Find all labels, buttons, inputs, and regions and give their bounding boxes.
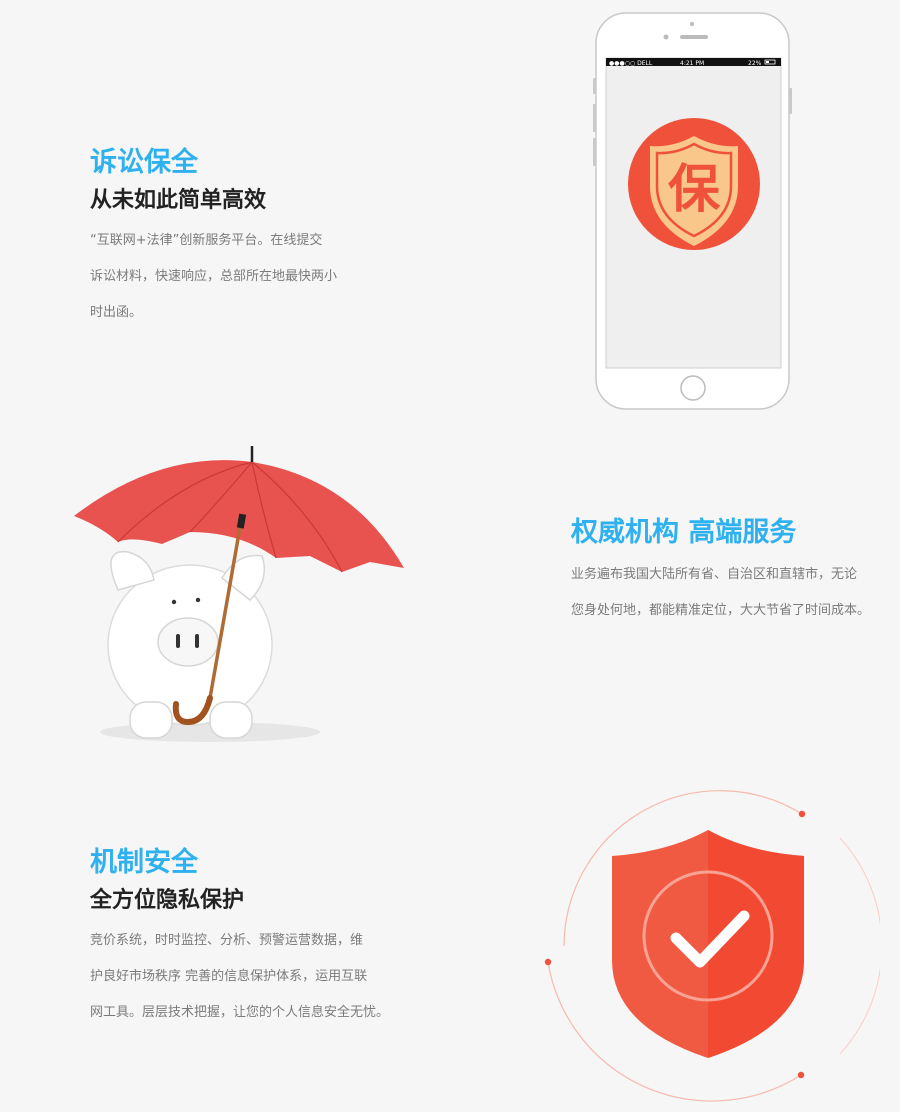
phone-side-button (593, 104, 596, 132)
orbit-dot (798, 810, 806, 818)
section-title: 机制安全 (90, 847, 198, 878)
section-description: 竞价系统，时时监控、分析、预警运营数据，维 护良好市场秩序 完善的信息保护体系，… (90, 923, 389, 1031)
section-subtitle: 从未如此简单高效 (90, 188, 267, 213)
phone-camera (663, 34, 669, 40)
phone-carrier: ●●●○○ DELL (609, 60, 653, 67)
pig-snout (157, 617, 219, 667)
description-line: 时出函。 (90, 305, 143, 320)
description-line: 网工具。层层技术把握，让您的个人信息安全无忧。 (90, 1005, 390, 1020)
description-line: 诉讼材料，快速响应，总部所在地最快两小 (90, 269, 338, 284)
description-line: 您身处何地，都能精准定位，大大节省了时间成本。 (571, 603, 871, 618)
phone-time: 4:21 PM (680, 60, 704, 67)
pig-leg (209, 701, 253, 739)
section-description: 业务遍布我国大陆所有省、自治区和直辖市，无论 您身处何地，都能精准定位，大大节省… (571, 557, 870, 629)
orbit-dot (797, 1071, 805, 1079)
section-title: 诉讼保全 (90, 147, 198, 178)
section-subtitle: 全方位隐私保护 (90, 888, 245, 913)
phone-speaker (680, 35, 708, 39)
description-line: 业务遍布我国大陆所有省、自治区和直辖市，无论 (571, 567, 858, 582)
pig-eye (171, 599, 177, 605)
orbit-dot (544, 958, 552, 966)
phone-camera (690, 22, 694, 26)
phone-illustration: ●●●○○ DELL 4:21 PM 22% 保 (593, 12, 792, 410)
phone-side-button (593, 78, 596, 94)
description-line: 竞价系统，时时监控、分析、预警运营数据，维 (90, 933, 364, 948)
section-description: “互联网+法律”创新服务平台。在线提交 诉讼材料，快速响应，总部所在地最快两小 … (90, 223, 337, 331)
shield-check-icon (544, 790, 880, 1102)
phone-battery: 22% (748, 60, 762, 67)
section-title: 权威机构 高端服务 (571, 517, 797, 548)
pig-leg (129, 701, 173, 739)
piggy-bank-umbrella-illustration (74, 446, 404, 742)
pig-eye (195, 597, 201, 603)
description-line: 护良好市场秩序 完善的信息保护体系，运用互联 (90, 969, 368, 984)
phone-side-button (789, 88, 792, 114)
badge-char: 保 (668, 160, 721, 220)
phone-side-button (593, 138, 596, 166)
description-line: “互联网+法律”创新服务平台。在线提交 (90, 233, 323, 248)
orbit-arc (839, 837, 880, 1055)
